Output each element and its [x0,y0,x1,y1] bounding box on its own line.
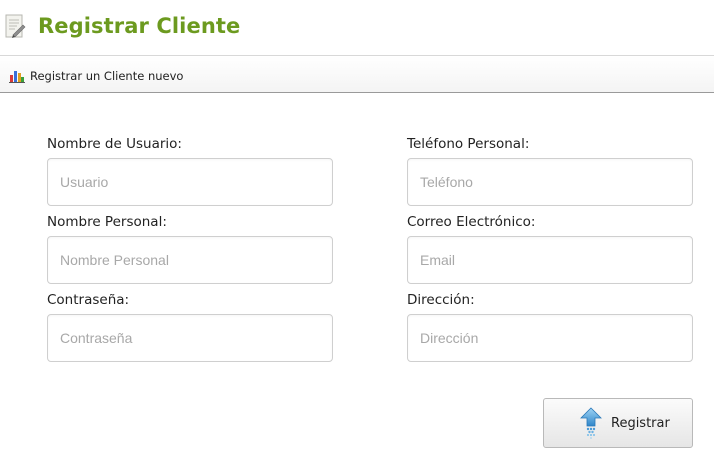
password-input[interactable] [47,314,333,362]
phone-input[interactable] [407,158,693,206]
phone-label: Teléfono Personal: [407,136,530,152]
address-input[interactable] [407,314,693,362]
username-input[interactable] [47,158,333,206]
upload-arrow-icon [580,407,602,439]
section-toolbar: Registrar un Cliente nuevo [0,56,714,93]
register-client-page: Registrar Cliente Registrar un Cliente n… [0,0,714,473]
register-button[interactable]: Registrar [543,398,693,448]
bar-chart-icon [9,71,25,83]
personal-name-label: Nombre Personal: [47,214,167,230]
address-label: Dirección: [407,292,475,308]
document-edit-icon [5,14,26,38]
email-label: Correo Electrónico: [407,214,536,230]
register-button-label: Registrar [611,416,670,431]
section-title: Registrar un Cliente nuevo [30,69,184,83]
page-title: Registrar Cliente [38,14,241,38]
password-label: Contraseña: [47,292,130,308]
page-header: Registrar Cliente [0,0,714,56]
username-label: Nombre de Usuario: [47,136,182,152]
personal-name-input[interactable] [47,236,333,284]
email-input[interactable] [407,236,693,284]
